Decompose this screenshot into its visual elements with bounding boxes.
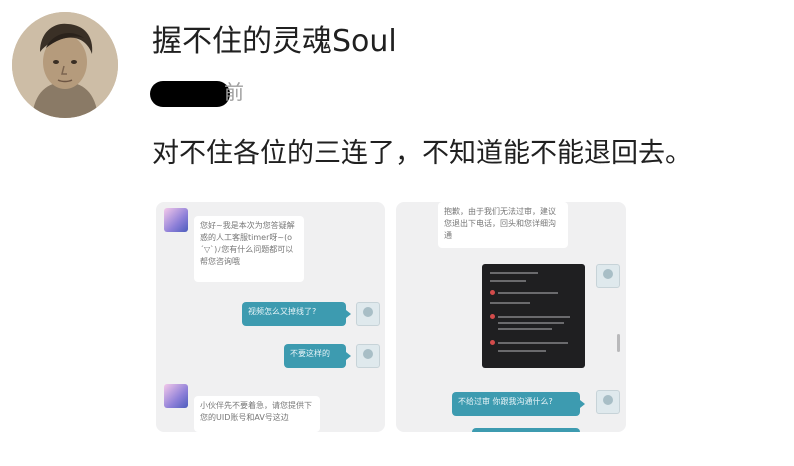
- redaction-mark: [150, 80, 230, 107]
- chat-message-sent-partial: [472, 428, 580, 432]
- comment-text: 对不住各位的三连了，不知道能不能退回去。: [152, 138, 692, 169]
- user-avatar-icon: [356, 302, 380, 326]
- scrollbar[interactable]: [617, 334, 620, 352]
- bubble-tail: [346, 310, 351, 318]
- user-avatar-icon: [596, 264, 620, 288]
- avatar-portrait-icon: [12, 12, 118, 118]
- timestamp: 前: [150, 76, 244, 108]
- dark-screenshot-preview: [482, 264, 585, 368]
- avatar[interactable]: [12, 12, 118, 118]
- bot-avatar-icon: [164, 208, 188, 232]
- timestamp-suffix: 前: [224, 80, 244, 104]
- chat-message-sent: 不给过审 你跟我沟通什么?: [452, 392, 580, 416]
- attached-image-1[interactable]: 您好~我是本次为您答疑解惑的人工客服timer呀~(o´▽`)ﾉ您有什么问题都可…: [156, 202, 385, 432]
- chat-message-sent: 视频怎么又掉线了?: [242, 302, 346, 326]
- user-avatar-icon: [596, 390, 620, 414]
- attached-image-2[interactable]: 抱歉，由于我们无法过审，建议您退出下电话，回头和您详细沟通 不给过审 你跟我沟通…: [396, 202, 626, 432]
- chat-message-received: 小伙伴先不要着急，请您提供下您的UID账号和AV号这边: [194, 396, 320, 432]
- bubble-tail: [580, 400, 585, 408]
- bubble-tail: [346, 352, 351, 360]
- chat-message-received: 抱歉，由于我们无法过审，建议您退出下电话，回头和您详细沟通: [438, 202, 568, 248]
- username[interactable]: 握不住的灵魂Soul: [152, 22, 397, 62]
- user-avatar-icon: [356, 344, 380, 368]
- chat-message-sent: 不要这样的: [284, 344, 346, 368]
- chat-message-received: 您好~我是本次为您答疑解惑的人工客服timer呀~(o´▽`)ﾉ您有什么问题都可…: [194, 216, 304, 282]
- bot-avatar-icon: [164, 384, 188, 408]
